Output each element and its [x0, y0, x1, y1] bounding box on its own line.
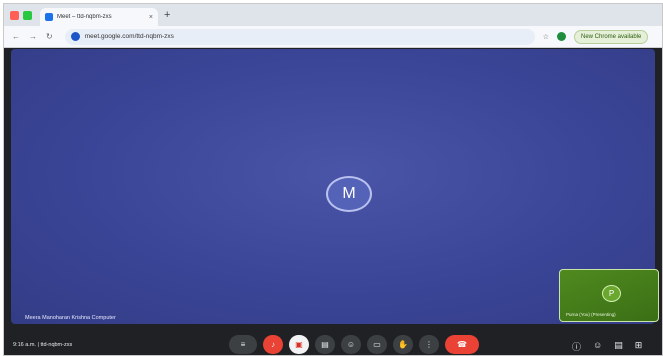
maximize-window-icon[interactable] [23, 10, 32, 20]
present-icon: ▭ [373, 340, 381, 349]
side-panel-buttons: ⓘ ☺ ▤ ⊞ [572, 340, 642, 353]
url-text: meet.google.com/ttd-nqbm-zxs [84, 33, 174, 40]
mic-button[interactable]: ♪ [263, 335, 283, 354]
star-icon[interactable]: ☆ [543, 33, 549, 41]
meeting-time: 9:16 a.m. [13, 342, 36, 348]
close-window-icon[interactable] [10, 10, 19, 20]
phone-hangup-icon: ☎ [457, 340, 467, 349]
tab-title: Meet – ttd-nqbm-zxs [57, 14, 112, 20]
navigation-buttons: ← → ↻ [12, 32, 53, 41]
forward-button[interactable]: → [29, 32, 37, 41]
self-view-tile[interactable]: P Purna (You) (Presenting) [559, 269, 659, 322]
call-controls: ≡ ♪ ▣ ▤ ☺ ▭ ✋ ⋮ ☎ [229, 335, 479, 354]
info-icon[interactable]: ⓘ [572, 340, 581, 353]
back-button[interactable]: ← [12, 32, 20, 41]
raise-hand-button[interactable]: ✋ [393, 335, 413, 354]
extension-icon[interactable] [556, 32, 566, 41]
reload-button[interactable]: ↻ [46, 32, 53, 41]
emoji-button[interactable]: ☺ [341, 335, 361, 354]
camera-button[interactable]: ▣ [289, 335, 309, 354]
leave-call-button[interactable]: ☎ [445, 335, 479, 354]
info-separator: | [37, 342, 39, 348]
participant-avatar: M [326, 176, 372, 212]
more-vert-icon: ⋮ [425, 340, 433, 349]
profile-chip[interactable]: New Chrome available [573, 29, 649, 44]
mic-off-icon: ♪ [271, 340, 275, 349]
url-field[interactable]: meet.google.com/ttd-nqbm-zxs [64, 28, 535, 45]
captions-icon: ≡ [240, 340, 246, 349]
self-view-label: Purna (You) (Presenting) [566, 312, 616, 317]
more-options-button[interactable]: ⋮ [419, 335, 439, 354]
tab-close-icon[interactable]: × [149, 14, 153, 21]
tab-bar: Meet – ttd-nqbm-zxs × + [4, 4, 662, 26]
captions-button[interactable]: ≡ [229, 335, 257, 354]
browser-window: Meet – ttd-nqbm-zxs × + ← → ↻ meet.googl… [3, 3, 663, 356]
cc-icon: ▤ [321, 340, 329, 349]
self-avatar: P [602, 285, 621, 302]
closed-captions-button[interactable]: ▤ [315, 335, 335, 354]
browser-tab[interactable]: Meet – ttd-nqbm-zxs × [40, 8, 158, 26]
present-button[interactable]: ▭ [367, 335, 387, 354]
meet-favicon-icon [45, 13, 53, 21]
hand-icon: ✋ [398, 340, 408, 349]
window-controls [10, 10, 32, 20]
chat-icon[interactable]: ▤ [614, 340, 623, 353]
new-tab-button[interactable]: + [164, 9, 170, 21]
toolbar-right: ☆ New Chrome available [543, 29, 649, 44]
participant-name: Meera Manoharan Krishna Computer [25, 315, 116, 321]
activities-icon[interactable]: ⊞ [635, 340, 643, 353]
address-bar: ← → ↻ meet.google.com/ttd-nqbm-zxs ☆ New… [4, 26, 662, 48]
meeting-control-bar: 9:16 a.m. | ttd-nqbm-zxs ≡ ♪ ▣ ▤ ☺ ▭ ✋ ⋮… [4, 326, 662, 355]
camera-off-icon: ▣ [295, 340, 303, 349]
people-icon[interactable]: ☺ [593, 340, 602, 353]
meeting-code: ttd-nqbm-zxs [40, 342, 73, 348]
site-info-icon[interactable] [70, 32, 80, 41]
meeting-info: 9:16 a.m. | ttd-nqbm-zxs [13, 342, 72, 348]
emoji-icon: ☺ [346, 340, 356, 349]
